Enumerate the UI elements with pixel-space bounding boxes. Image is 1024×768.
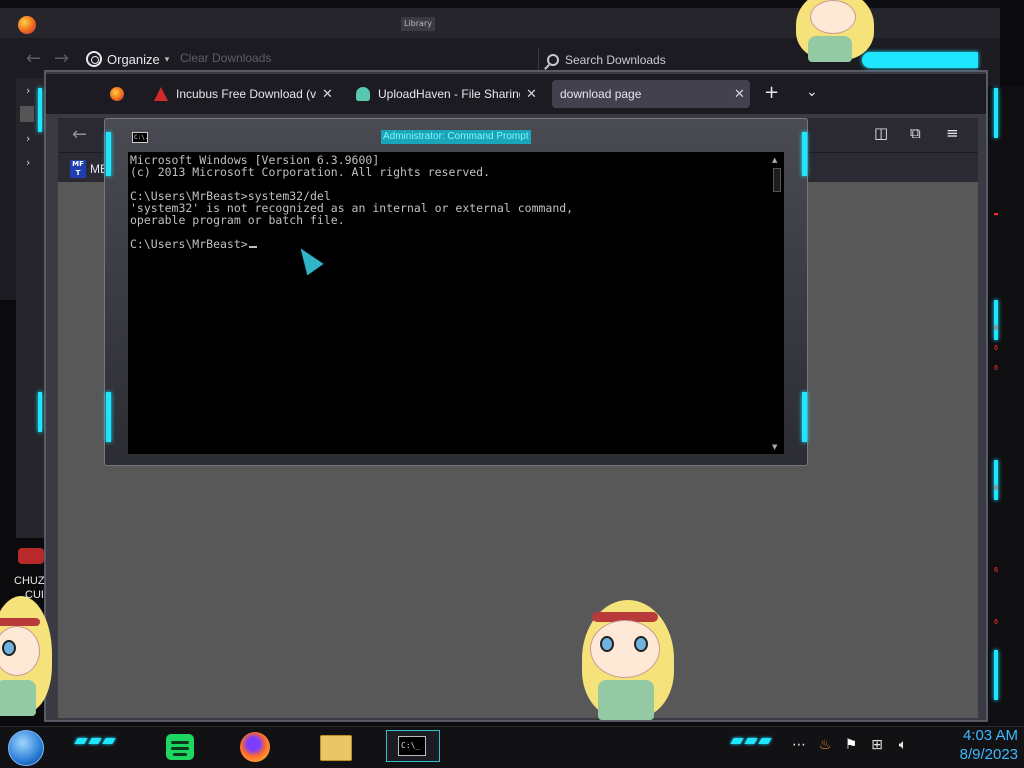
red-led-icon: 6 bbox=[994, 364, 999, 372]
firefox-view-tab[interactable] bbox=[110, 80, 130, 108]
frame-accent bbox=[994, 88, 998, 138]
sidebar-selected-item[interactable] bbox=[20, 106, 34, 122]
clock-date[interactable]: 8/9/2023 bbox=[932, 746, 1018, 763]
network-icon[interactable]: ⊞ bbox=[868, 736, 886, 754]
firefox-icon[interactable] bbox=[240, 732, 270, 762]
gear-icon bbox=[86, 51, 102, 67]
tab-title: download page bbox=[560, 87, 642, 101]
console-line: operable program or batch file. bbox=[130, 213, 345, 227]
start-button[interactable] bbox=[8, 730, 44, 766]
red-led-icon: 6 bbox=[994, 618, 999, 626]
close-icon[interactable]: ✕ bbox=[526, 86, 537, 102]
frame-accent bbox=[994, 650, 998, 700]
organize-label: Organize bbox=[107, 51, 160, 67]
cmd-icon[interactable]: C:\. bbox=[132, 132, 148, 143]
console-line: (c) 2013 Microsoft Corporation. All righ… bbox=[130, 165, 491, 179]
java-icon[interactable]: ♨ bbox=[816, 736, 834, 754]
console-output: Microsoft Windows [Version 6.3.9600] (c) … bbox=[130, 154, 768, 250]
red-led-icon: 6 bbox=[994, 344, 999, 352]
volume-icon[interactable]: 🔈︎ bbox=[894, 736, 912, 754]
chevron-right-icon[interactable]: › bbox=[26, 132, 30, 145]
red-led-icon: ▬ bbox=[994, 210, 999, 218]
scroll-up-arrow-icon[interactable]: ▲ bbox=[772, 156, 777, 164]
red-led-icon: 6 bbox=[994, 484, 999, 492]
red-led-icon: 6 bbox=[994, 566, 999, 574]
search-icon bbox=[547, 54, 559, 66]
frame-accent bbox=[802, 132, 807, 176]
tab-title: UploadHaven - File Sharing bbox=[378, 87, 520, 101]
tab-incubus[interactable]: Incubus Free Download (v1 ✕ bbox=[154, 80, 340, 108]
library-title: Library bbox=[401, 17, 435, 31]
firefox-icon bbox=[110, 87, 124, 101]
folder-icon[interactable] bbox=[320, 735, 352, 761]
action-center-flag-icon[interactable]: ⚑ bbox=[842, 736, 860, 754]
search-downloads-input[interactable]: Search Downloads bbox=[538, 48, 828, 72]
new-tab-plus-icon[interactable]: + bbox=[764, 82, 779, 103]
character-sticker bbox=[786, 0, 878, 72]
spotify-icon[interactable] bbox=[166, 734, 194, 760]
back-arrow-icon[interactable]: ← bbox=[72, 124, 87, 145]
firefox-icon bbox=[18, 16, 36, 34]
desktop-decoration bbox=[988, 86, 1024, 726]
organize-button[interactable]: Organize ▾ bbox=[86, 49, 169, 69]
frame-accent bbox=[38, 88, 42, 132]
close-icon[interactable]: ✕ bbox=[734, 86, 745, 102]
scroll-down-arrow-icon[interactable]: ▼ bbox=[772, 443, 777, 451]
chevron-right-icon[interactable]: › bbox=[26, 156, 30, 169]
frame-accent bbox=[994, 460, 998, 500]
vertical-scrollbar[interactable] bbox=[770, 154, 784, 454]
search-placeholder: Search Downloads bbox=[565, 53, 666, 67]
close-icon[interactable]: ✕ bbox=[322, 86, 333, 102]
frame-accent bbox=[106, 392, 111, 442]
console-prompt: C:\Users\MrBeast> bbox=[130, 237, 248, 251]
cmd-title: Administrator: Command Prompt bbox=[381, 130, 531, 144]
tab-uploadhaven[interactable]: UploadHaven - File Sharing ✕ bbox=[356, 80, 542, 108]
cmd-icon[interactable]: C:\_ bbox=[398, 736, 426, 756]
menu-icon[interactable]: ≡ bbox=[946, 124, 959, 142]
widget-icon[interactable] bbox=[18, 548, 44, 564]
chevron-right-icon[interactable]: › bbox=[26, 84, 30, 97]
frame-accent bbox=[862, 52, 978, 68]
tab-download-page[interactable]: download page ✕ bbox=[552, 80, 750, 108]
back-arrow-icon[interactable]: ← bbox=[26, 48, 41, 69]
forward-arrow-icon[interactable]: → bbox=[54, 48, 69, 69]
system-tray: ⋯ ♨ ⚑ ⊞ 🔈︎ bbox=[790, 736, 912, 754]
extensions-icon[interactable]: ⧉ bbox=[910, 124, 921, 142]
red-led-icon: 6 bbox=[994, 324, 999, 332]
chevron-down-icon[interactable]: ⌄ bbox=[806, 84, 818, 100]
frame-accent bbox=[994, 300, 998, 340]
favicon-icon bbox=[154, 87, 168, 101]
cloud-icon bbox=[356, 87, 370, 101]
pocket-icon[interactable]: ◫ bbox=[874, 124, 888, 142]
library-sidebar bbox=[16, 78, 46, 538]
scrollbar-thumb[interactable] bbox=[773, 168, 781, 192]
frame-accent bbox=[802, 392, 807, 442]
clear-downloads-button[interactable]: Clear Downloads bbox=[180, 51, 271, 65]
clock-time[interactable]: 4:03 AM bbox=[932, 727, 1018, 744]
bookmark-icon[interactable]: MF T bbox=[70, 160, 86, 178]
character-sticker bbox=[0, 596, 54, 722]
character-sticker bbox=[576, 598, 678, 726]
frame-accent bbox=[106, 132, 111, 176]
text-cursor bbox=[248, 246, 257, 248]
show-hidden-icons-icon[interactable]: ⋯ bbox=[790, 736, 808, 754]
frame-accent bbox=[38, 392, 42, 432]
chevron-down-icon: ▾ bbox=[164, 53, 170, 64]
console-prompt-line[interactable]: C:\Users\MrBeast> bbox=[130, 238, 768, 250]
tab-title: Incubus Free Download (v1 bbox=[176, 87, 316, 101]
